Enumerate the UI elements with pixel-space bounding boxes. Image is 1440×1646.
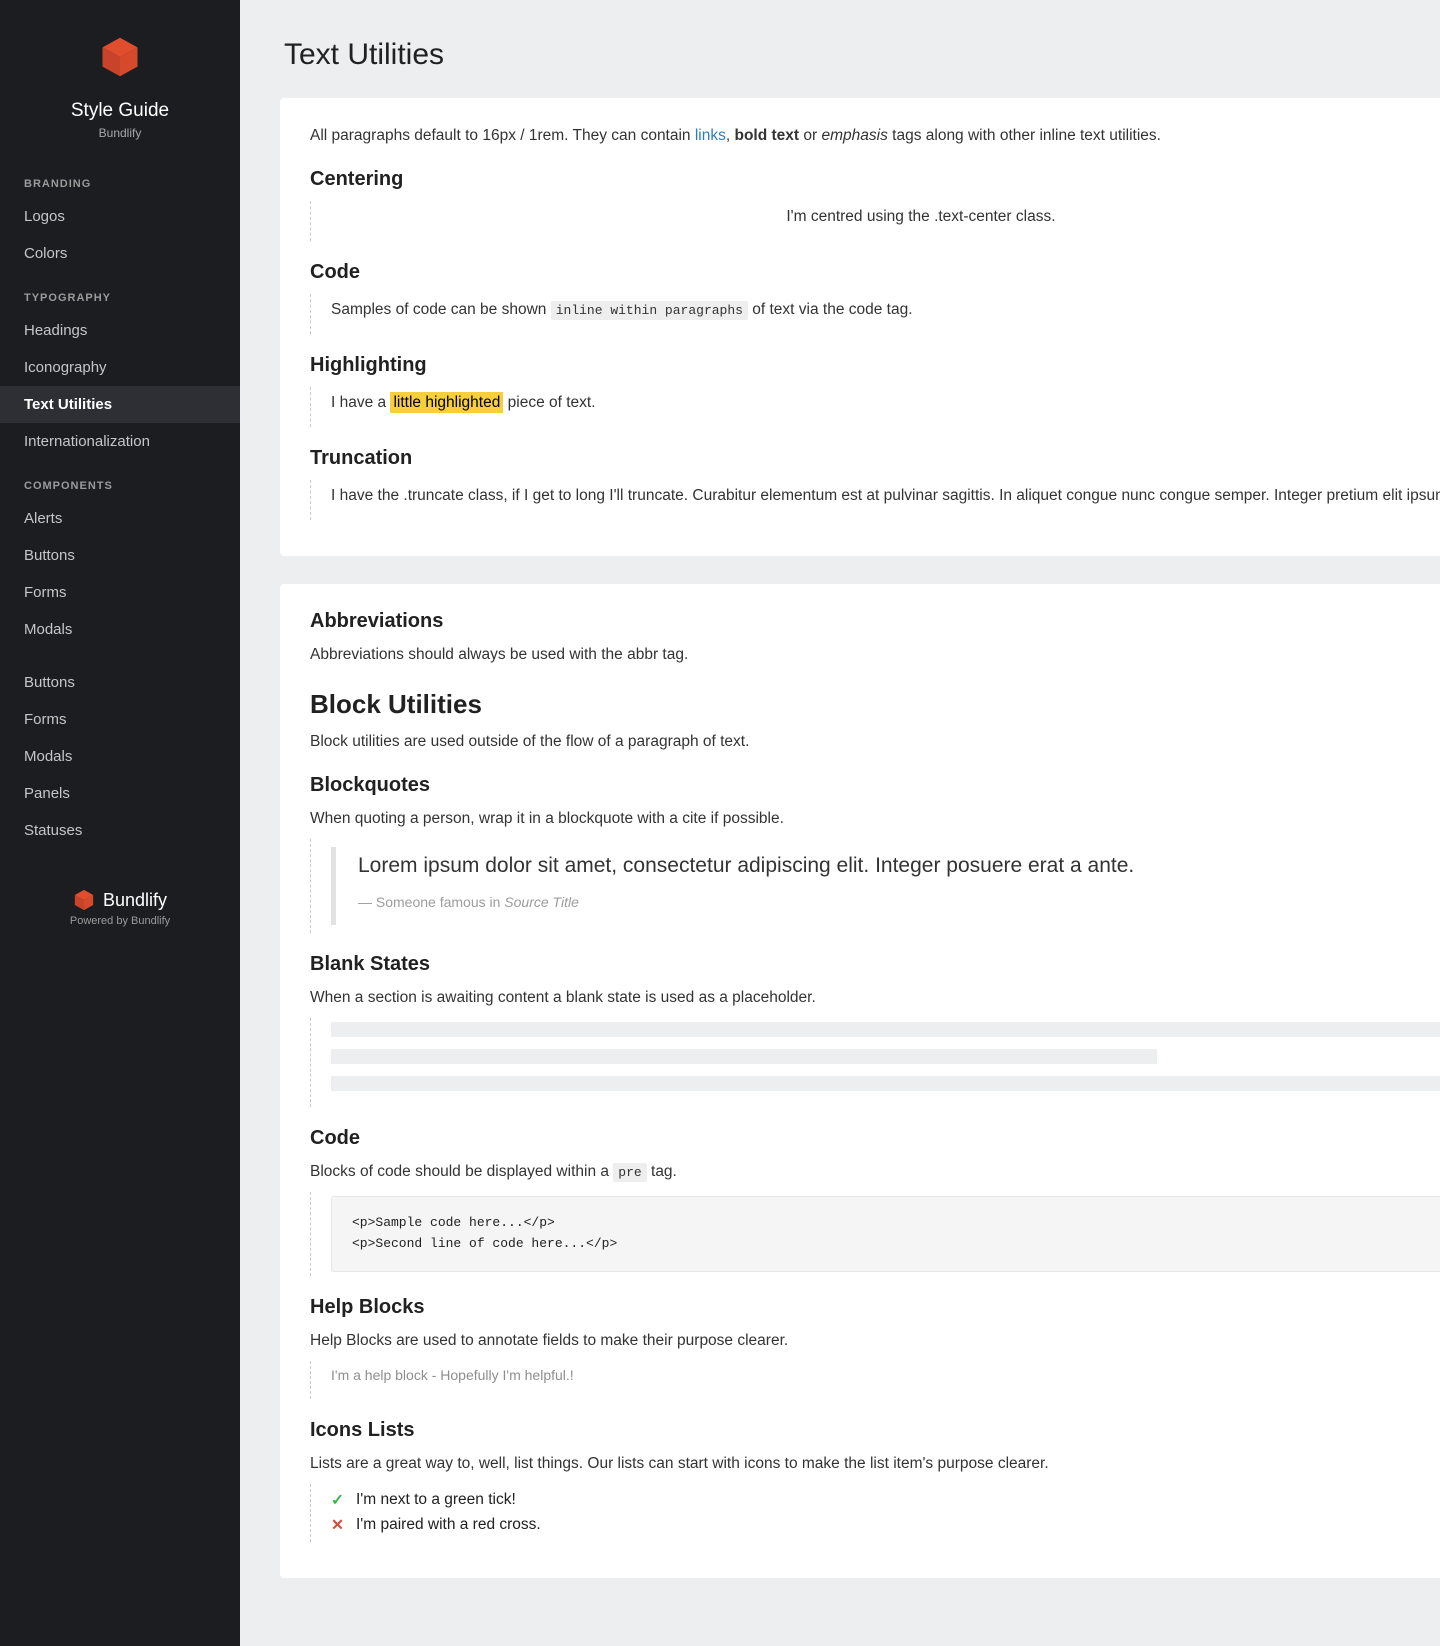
card-inline-utilities: All paragraphs default to 16px / 1rem. T… [280, 98, 1440, 556]
heading-block-utilities: Block Utilities [310, 689, 1440, 720]
sidebar-item-modals-2[interactable]: Modals [0, 738, 240, 775]
icon-list: ✓ I'm next to a green tick! ✕ I'm paired… [331, 1488, 1440, 1538]
blank-placeholder-line [331, 1049, 1157, 1064]
intro-text: , [726, 127, 735, 144]
example-blank-state [310, 1018, 1440, 1107]
blocku-intro: Block utilities are used outside of the … [310, 730, 1440, 754]
codeblock-intro-prefix: Blocks of code should be displayed withi… [310, 1163, 613, 1180]
intro-text: or [799, 127, 821, 144]
intro-paragraph: All paragraphs default to 16px / 1rem. T… [310, 124, 1440, 148]
sidebar-item-statuses[interactable]: Statuses [0, 812, 240, 849]
list-item: ✓ I'm next to a green tick! [331, 1488, 1440, 1513]
example-truncation: I have the .truncate class, if I get to … [310, 480, 1440, 520]
example-code-inline: Samples of code can be shown inline with… [310, 294, 1440, 334]
blockquote-cite: — Someone famous in Source Title [358, 892, 1440, 914]
blockquote-text: Lorem ipsum dolor sit amet, consectetur … [358, 851, 1440, 881]
sidebar-item-panels[interactable]: Panels [0, 775, 240, 812]
intro-link[interactable]: links [695, 127, 726, 144]
heading-blockquotes: Blockquotes [310, 774, 1440, 797]
sidebar: Style Guide Bundlify BRANDING Logos Colo… [0, 0, 240, 1646]
main-content: Text Utilities All paragraphs default to… [240, 0, 1440, 1646]
list-item-text: I'm next to a green tick! [356, 1491, 516, 1509]
sidebar-item-buttons-2[interactable]: Buttons [0, 664, 240, 701]
sidebar-item-modals[interactable]: Modals [0, 611, 240, 648]
sidebar-item-forms[interactable]: Forms [0, 574, 240, 611]
hl-suffix: piece of text. [503, 394, 595, 411]
iconlist-intro: Lists are a great way to, well, list thi… [310, 1452, 1440, 1476]
abbr-intro: Abbreviations should always be used with… [310, 643, 1440, 667]
example-help-block: I'm a help block - Hopefully I'm helpful… [310, 1361, 1440, 1399]
bq-intro: When quoting a person, wrap it in a bloc… [310, 807, 1440, 831]
hl-prefix: I have a [331, 394, 390, 411]
page-title: Text Utilities [284, 38, 1440, 72]
footer-sub-text: Powered by Bundlify [0, 915, 240, 927]
heading-code-block: Code [310, 1127, 1440, 1150]
highlight-mark: little highlighted [390, 392, 503, 413]
example-blockquote: Lorem ipsum dolor sit amet, consectetur … [310, 839, 1440, 933]
heading-centering: Centering [310, 168, 1440, 191]
heading-icon-lists: Icons Lists [310, 1419, 1440, 1442]
example-highlighting: I have a little highlighted piece of tex… [310, 387, 1440, 427]
intro-em: emphasis [822, 127, 888, 144]
truncated-text: I have the .truncate class, if I get to … [331, 484, 1440, 508]
heading-code-inline: Code [310, 261, 1440, 284]
intro-bold: bold text [735, 127, 800, 144]
sidebar-subtitle: Bundlify [0, 126, 240, 140]
cite-source: Source Title [504, 894, 579, 910]
example-code-block: <p>Sample code here...</p> <p>Second lin… [310, 1192, 1440, 1276]
cite-prefix: — Someone famous in [358, 894, 504, 910]
section-head-typography: TYPOGRAPHY [0, 272, 240, 312]
pre-tag-inline: pre [613, 1163, 646, 1182]
highlight-paragraph: I have a little highlighted piece of tex… [331, 391, 1440, 415]
sidebar-item-logos[interactable]: Logos [0, 198, 240, 235]
example-centering: I'm centred using the .text-center class… [310, 201, 1440, 241]
brand-logo [0, 0, 240, 94]
code-inline-sample: inline within paragraphs [551, 301, 748, 320]
sidebar-footer: Bundlify Powered by Bundlify [0, 889, 240, 927]
example-icon-list: ✓ I'm next to a green tick! ✕ I'm paired… [310, 1484, 1440, 1542]
code-inline-paragraph: Samples of code can be shown inline with… [331, 298, 1440, 322]
card-block-utilities: Abbreviations Abbreviations should alway… [280, 584, 1440, 1578]
footer-brand-text: Bundlify [103, 890, 167, 911]
sidebar-item-headings[interactable]: Headings [0, 312, 240, 349]
sidebar-item-text-utilities[interactable]: Text Utilities [0, 386, 240, 423]
sidebar-item-alerts[interactable]: Alerts [0, 500, 240, 537]
section-head-components: COMPONENTS [0, 460, 240, 500]
blockquote: Lorem ipsum dolor sit amet, consectetur … [331, 847, 1440, 925]
code-block: <p>Sample code here...</p> <p>Second lin… [331, 1196, 1440, 1272]
sidebar-item-forms-2[interactable]: Forms [0, 701, 240, 738]
code-block-intro: Blocks of code should be displayed withi… [310, 1160, 1440, 1184]
heading-truncation: Truncation [310, 447, 1440, 470]
code-prefix: Samples of code can be shown [331, 301, 551, 318]
blank-placeholder-line [331, 1022, 1440, 1037]
sidebar-item-buttons[interactable]: Buttons [0, 537, 240, 574]
sidebar-item-internationalization[interactable]: Internationalization [0, 423, 240, 460]
sidebar-title: Style Guide [0, 100, 240, 122]
code-suffix: of text via the code tag. [748, 301, 913, 318]
codeblock-intro-suffix: tag. [647, 1163, 677, 1180]
blank-placeholder-line [331, 1076, 1440, 1091]
help-intro: Help Blocks are used to annotate fields … [310, 1329, 1440, 1353]
heading-abbreviations: Abbreviations [310, 610, 1440, 633]
list-item: ✕ I'm paired with a red cross. [331, 1513, 1440, 1538]
intro-suffix: tags along with other inline text utilit… [888, 127, 1161, 144]
intro-prefix: All paragraphs default to 16px / 1rem. T… [310, 127, 695, 144]
tick-icon: ✓ [331, 1491, 344, 1510]
sidebar-item-iconography[interactable]: Iconography [0, 349, 240, 386]
centered-text: I'm centred using the .text-center class… [331, 205, 1440, 229]
section-head-branding: BRANDING [0, 158, 240, 198]
cube-icon-small [73, 889, 95, 911]
heading-help-blocks: Help Blocks [310, 1296, 1440, 1319]
heading-blank-states: Blank States [310, 953, 1440, 976]
cube-icon [99, 36, 141, 78]
blank-intro: When a section is awaiting content a bla… [310, 986, 1440, 1010]
help-block-text: I'm a help block - Hopefully I'm helpful… [331, 1365, 1440, 1387]
cross-icon: ✕ [331, 1516, 344, 1535]
heading-highlighting: Highlighting [310, 354, 1440, 377]
sidebar-item-colors[interactable]: Colors [0, 235, 240, 272]
list-item-text: I'm paired with a red cross. [356, 1516, 541, 1534]
